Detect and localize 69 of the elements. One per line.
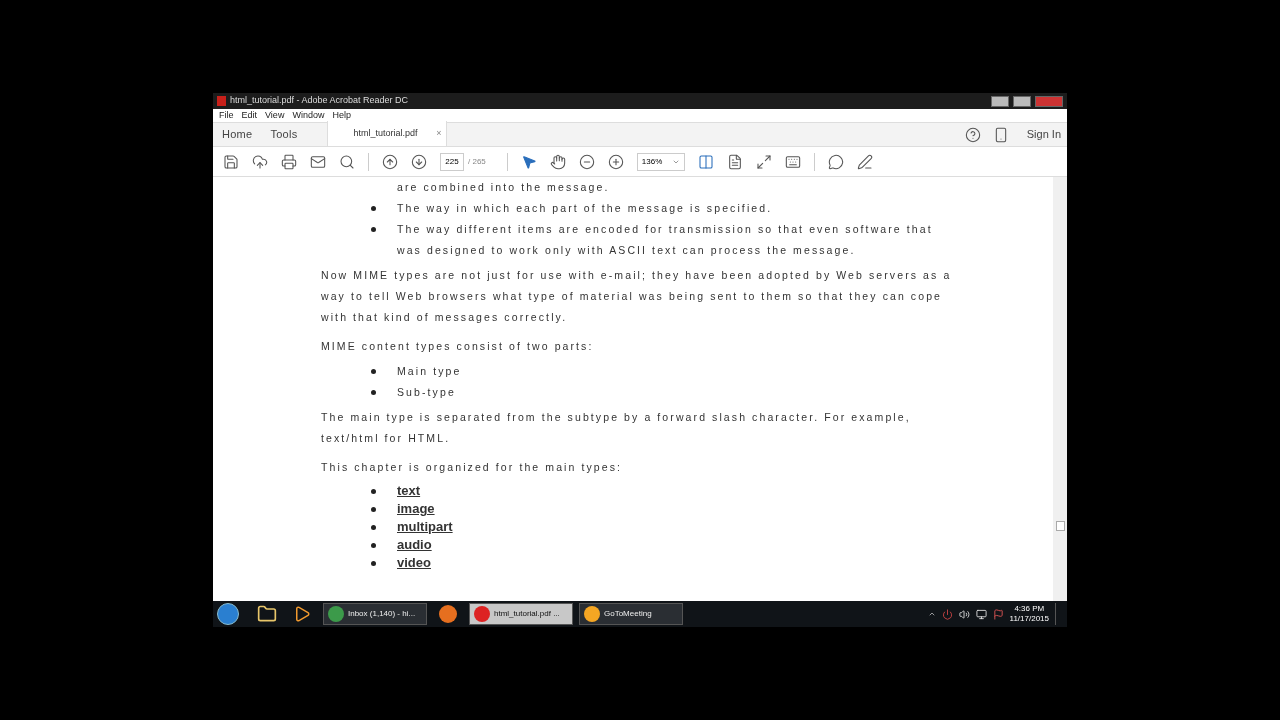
help-icon[interactable] — [964, 126, 981, 143]
window-title: html_tutorial.pdf - Adobe Acrobat Reader DC — [230, 94, 409, 108]
cloud-upload-icon[interactable] — [252, 153, 268, 170]
pen-icon[interactable] — [856, 153, 873, 170]
list-item-text: Sub-type — [397, 385, 456, 400]
zoom-out-icon[interactable] — [578, 153, 595, 170]
full-screen-icon[interactable] — [755, 153, 772, 170]
show-hidden-icons-icon[interactable] — [927, 610, 936, 618]
power-icon[interactable] — [941, 608, 953, 620]
menu-item[interactable]: View — [265, 108, 285, 123]
next-page-icon[interactable] — [411, 153, 427, 170]
taskbar-button[interactable]: Inbox (1,140) - hi... — [323, 603, 427, 625]
maximize-button[interactable] — [1013, 95, 1031, 107]
close-tab-button[interactable]: × — [436, 126, 442, 141]
pdf-app-icon — [217, 96, 226, 106]
bullet-icon — [371, 524, 376, 530]
link[interactable]: text — [397, 482, 421, 500]
keyboard-icon[interactable] — [784, 153, 801, 170]
menu-item[interactable]: Edit — [241, 108, 258, 123]
list-item-text: are combined into the message. — [397, 180, 610, 195]
sign-in-link[interactable]: Sign In — [1026, 126, 1061, 143]
nav-tab[interactable]: Tools — [261, 123, 307, 146]
pointer-icon[interactable] — [520, 153, 537, 170]
network-icon[interactable] — [975, 608, 987, 620]
volume-icon[interactable] — [958, 608, 970, 620]
link[interactable]: video — [397, 554, 431, 572]
bullet-icon — [371, 506, 376, 512]
page-number-field[interactable]: 225 — [440, 152, 464, 171]
scrollbar[interactable] — [1053, 177, 1067, 601]
menu-item[interactable]: Window — [292, 108, 325, 123]
bullet-icon — [371, 560, 376, 566]
search-icon[interactable] — [339, 153, 355, 170]
link[interactable]: multipart — [397, 518, 453, 536]
paragraph: This chapter is organized for the main types: — [321, 460, 624, 475]
comment-icon[interactable] — [827, 153, 844, 170]
zoom-dropdown[interactable]: 136% — [636, 152, 685, 171]
print-icon[interactable] — [281, 153, 297, 170]
zoom-in-icon[interactable] — [607, 153, 624, 170]
nav-tab[interactable]: Home — [213, 123, 262, 146]
taskbar-button[interactable]: GoToMeeting — [579, 603, 683, 625]
bullet-icon — [371, 488, 376, 494]
save-icon[interactable] — [223, 153, 239, 170]
flag-icon[interactable] — [992, 608, 1004, 620]
media-player-icon[interactable] — [293, 605, 311, 623]
list-item-text: Main type — [397, 364, 462, 379]
hand-icon[interactable] — [549, 153, 566, 170]
mail-icon[interactable] — [310, 153, 326, 170]
list-item-text: The way in which each part of the message is specified. — [397, 201, 773, 216]
clock-time: 4:36 PM — [1014, 604, 1045, 614]
paragraph: The main type is separated from the subtype by a forward slash character. For example, text/html for HTML. — [321, 410, 912, 446]
start-button[interactable] — [217, 603, 239, 625]
taskbar-button[interactable]: html_tutorial.pdf ... — [469, 603, 573, 625]
folder-icon[interactable] — [257, 604, 277, 624]
menu-item[interactable]: Help — [332, 108, 351, 123]
previous-page-icon[interactable] — [382, 153, 398, 170]
clock-date: 11/17/2015 — [1009, 614, 1049, 624]
document-tab[interactable]: html_tutorial.pdf × — [326, 121, 447, 146]
paragraph: Now MIME types are not just for use with e-mail; they have been adopted by Web servers as a way to tell Web browsers what type of material was being sent to them so that they can cope with that kind of messages correctly. — [321, 268, 953, 325]
link[interactable]: audio — [397, 536, 432, 554]
list-item-text: The way different items are encoded for transmission so that even software that was designed to work only with ASCII text can process the message. — [397, 222, 934, 258]
paragraph: MIME content types consist of two parts: — [321, 339, 595, 354]
page-icon[interactable] — [726, 153, 743, 170]
fit-width-icon[interactable] — [697, 153, 714, 170]
bullet-icon — [371, 542, 376, 548]
menu-item[interactable]: File — [219, 108, 234, 123]
page-total: / 265 — [468, 155, 486, 168]
minimize-button[interactable] — [991, 95, 1009, 107]
link[interactable]: image — [397, 500, 435, 518]
close-button[interactable] — [1035, 95, 1063, 107]
